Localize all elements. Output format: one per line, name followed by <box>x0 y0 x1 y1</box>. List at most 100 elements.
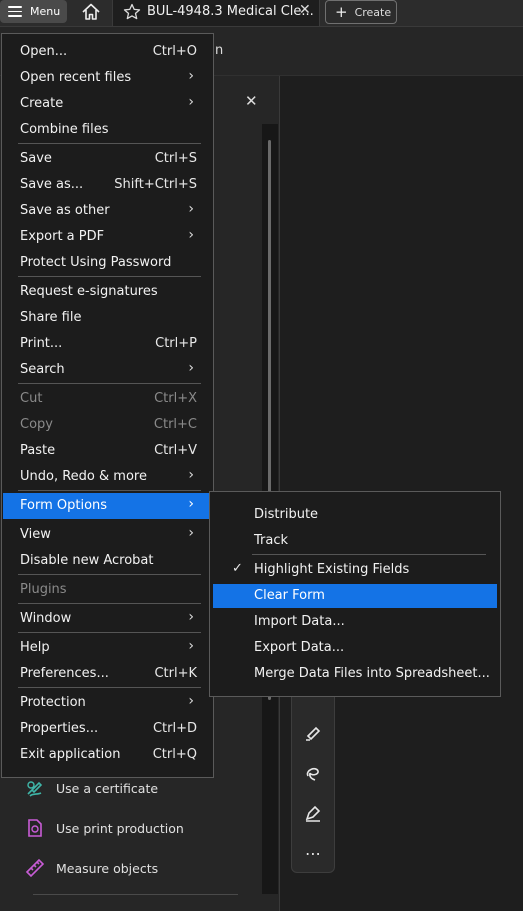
chevron-right-icon: › <box>188 609 194 625</box>
panel-item-print-production[interactable]: Use print production <box>24 816 184 840</box>
submenu-item-distribute[interactable]: Distribute <box>211 503 499 527</box>
checkmark-icon: ✓ <box>232 561 243 576</box>
tab-title: BUL-4948.3 Medical Cle... <box>147 4 314 19</box>
print-production-icon <box>28 819 42 837</box>
menu-divider <box>18 143 201 144</box>
quick-tools-bar: ⋯ <box>291 686 335 873</box>
menu-item-plugins: Plugins <box>3 577 212 603</box>
menu-item-exit-application[interactable]: Exit application Ctrl+Q <box>3 742 212 768</box>
menu-item-shortcut: Ctrl+S <box>154 151 197 166</box>
menu-item-label: Request e-signatures <box>20 284 158 299</box>
menu-item-open[interactable]: Open... Ctrl+O <box>3 39 212 65</box>
menu-item-protect-using-password[interactable]: Protect Using Password <box>3 250 212 276</box>
menu-item-copy: Copy Ctrl+C <box>3 412 212 438</box>
panel-item-label: Measure objects <box>56 860 159 876</box>
submenu-item-label: Track <box>254 533 289 548</box>
submenu-item-import-data[interactable]: Import Data... <box>211 610 499 634</box>
menu-item-paste[interactable]: Paste Ctrl+V <box>3 438 212 464</box>
menu-item-search[interactable]: Search › <box>3 357 212 383</box>
submenu-item-track[interactable]: Track <box>211 529 499 553</box>
menu-item-undo-redo-more[interactable]: Undo, Redo & more › <box>3 464 212 490</box>
menu-item-label: Print... <box>20 336 63 351</box>
menu-item-label: Save <box>20 151 52 166</box>
menu-divider <box>18 687 201 688</box>
chevron-right-icon: › <box>188 525 194 541</box>
menu-divider <box>18 383 201 384</box>
home-icon[interactable] <box>80 1 102 23</box>
submenu-item-label: Import Data... <box>254 614 345 629</box>
menu-divider <box>252 554 486 555</box>
highlighter-icon[interactable] <box>302 721 324 743</box>
submenu-item-clear-form[interactable]: Clear Form <box>213 584 497 608</box>
menu-divider <box>18 603 201 604</box>
menu-button-label: Menu <box>30 5 61 18</box>
menu-item-window[interactable]: Window › <box>3 606 212 632</box>
menu-item-help[interactable]: Help › <box>3 635 212 661</box>
submenu-item-export-data[interactable]: Export Data... <box>211 636 499 660</box>
menu-item-form-options[interactable]: Form Options › <box>3 493 212 519</box>
menu-item-label: View <box>20 527 51 542</box>
menu-item-label: Properties... <box>20 721 99 736</box>
submenu-item-highlight-existing-fields[interactable]: ✓ Highlight Existing Fields <box>211 558 499 582</box>
divider <box>33 894 238 895</box>
menu-item-label: Cut <box>20 391 43 406</box>
menu-item-shortcut: Ctrl+C <box>153 417 197 432</box>
menu-item-shortcut: Ctrl+X <box>154 391 197 406</box>
plus-icon: + <box>335 3 348 21</box>
create-button[interactable]: + Create <box>325 0 397 24</box>
menu-divider <box>18 276 201 277</box>
more-icon[interactable]: ⋯ <box>302 843 324 865</box>
menu-item-protection[interactable]: Protection › <box>3 690 212 716</box>
menu-item-shortcut: Ctrl+Q <box>152 747 197 762</box>
menu-item-create[interactable]: Create › <box>3 91 212 117</box>
certificate-pen-icon <box>27 781 43 797</box>
submenu-item-label: Clear Form <box>254 588 325 603</box>
panel-item-label: Use a certificate <box>56 780 159 796</box>
menu-item-save[interactable]: Save Ctrl+S <box>3 146 212 172</box>
menu-item-label: Exit application <box>20 747 121 762</box>
submenu-item-label: Export Data... <box>254 640 345 655</box>
menu-item-shortcut: Ctrl+K <box>154 666 197 681</box>
submenu-item-label: Distribute <box>254 507 319 522</box>
menu-item-view[interactable]: View › <box>3 522 212 548</box>
ruler-icon <box>25 858 45 878</box>
chevron-right-icon: › <box>188 360 194 376</box>
pen-sign-icon[interactable] <box>302 802 324 824</box>
submenu-item-merge-data-files-into-spreadsheet[interactable]: Merge Data Files into Spreadsheet... <box>211 662 499 686</box>
menu-item-label: Open recent files <box>20 70 132 85</box>
chevron-right-icon: › <box>188 467 194 483</box>
menu-item-properties[interactable]: Properties... Ctrl+D <box>3 716 212 742</box>
chevron-right-icon: › <box>188 496 194 512</box>
menu-item-combine-files[interactable]: Combine files <box>3 117 212 143</box>
menu-item-request-e-signatures[interactable]: Request e-signatures <box>3 279 212 305</box>
menu-item-label: Export a PDF <box>20 229 105 244</box>
panel-item-label: Use print production <box>56 820 184 836</box>
menu-item-label: Share file <box>20 310 82 325</box>
menu-button[interactable]: Menu <box>0 0 67 23</box>
menu-item-print[interactable]: Print... Ctrl+P <box>3 331 212 357</box>
close-icon[interactable]: ✕ <box>299 2 311 18</box>
close-icon[interactable]: ✕ <box>245 92 258 110</box>
menu-item-save-as[interactable]: Save as... Shift+Ctrl+S <box>3 172 212 198</box>
menu-item-label: Open... <box>20 44 68 59</box>
menu-item-label: Search <box>20 362 65 377</box>
menu-item-share-file[interactable]: Share file <box>3 305 212 331</box>
star-icon[interactable] <box>123 3 141 21</box>
chevron-right-icon: › <box>188 68 194 84</box>
panel-item-measure-objects[interactable]: Measure objects <box>24 856 158 880</box>
menu-item-label: Form Options <box>20 498 108 513</box>
menu-item-disable-new-acrobat[interactable]: Disable new Acrobat <box>3 548 212 574</box>
menu-item-label: Window <box>20 611 72 626</box>
document-tab[interactable]: BUL-4948.3 Medical Cle... ✕ <box>112 0 320 26</box>
menu-item-save-as-other[interactable]: Save as other › <box>3 198 212 224</box>
panel-item-use-certificate[interactable]: Use a certificate <box>24 776 158 800</box>
menu-item-label: Save as other <box>20 203 110 218</box>
menu-item-preferences[interactable]: Preferences... Ctrl+K <box>3 661 212 687</box>
lasso-draw-icon[interactable] <box>302 762 324 784</box>
menu-item-label: Help <box>20 640 50 655</box>
menu-item-export-a-pdf[interactable]: Export a PDF › <box>3 224 212 250</box>
menu-item-label: Undo, Redo & more <box>20 469 147 484</box>
menu-item-label: Preferences... <box>20 666 109 681</box>
chevron-right-icon: › <box>188 201 194 217</box>
menu-item-open-recent-files[interactable]: Open recent files › <box>3 65 212 91</box>
